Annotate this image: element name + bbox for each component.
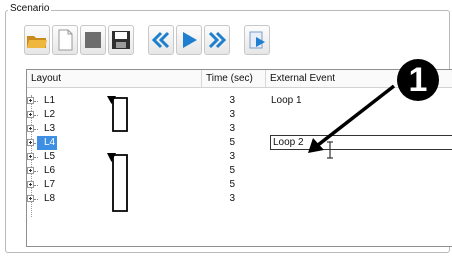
row-layout-name: L6 <box>44 165 56 176</box>
expand-plus-icon[interactable] <box>27 111 34 118</box>
expand-plus-icon[interactable] <box>27 195 34 202</box>
rewind-icon <box>151 31 171 49</box>
stop-icon <box>84 31 102 49</box>
row-layout-name: L5 <box>44 151 56 162</box>
export-button[interactable] <box>244 25 270 55</box>
fast-forward-icon <box>207 31 227 49</box>
scenario-group-title: Scenario <box>8 3 52 14</box>
external-event-edit-field[interactable]: Loop 2 <box>270 135 452 150</box>
row-time: 5 <box>229 165 235 176</box>
row-layout-name: L3 <box>44 123 56 134</box>
list-header: Layout Time (sec) External Event <box>27 70 452 88</box>
expand-plus-icon[interactable] <box>27 181 34 188</box>
row-layout-name: L7 <box>44 179 56 190</box>
fast-forward-button[interactable] <box>204 25 230 55</box>
list-row[interactable]: L4 5 Loop 2 <box>27 135 452 150</box>
list-row[interactable]: L7 5 <box>27 178 452 192</box>
row-time: 3 <box>229 193 235 204</box>
expand-plus-icon[interactable] <box>27 167 34 174</box>
row-time: 3 <box>229 109 235 120</box>
row-time: 5 <box>229 179 235 190</box>
callout-number: 1 <box>408 61 428 99</box>
list-row[interactable]: L8 3 <box>27 192 452 206</box>
export-icon <box>247 29 267 51</box>
open-button[interactable] <box>24 25 50 55</box>
row-time: 3 <box>229 95 235 106</box>
play-icon <box>179 30 199 50</box>
save-icon <box>111 30 131 50</box>
row-time: 3 <box>229 123 235 134</box>
column-header-layout[interactable]: Layout <box>27 70 202 87</box>
column-header-time[interactable]: Time (sec) <box>202 70 266 87</box>
list-row[interactable]: L1 3 Loop 1 <box>27 94 452 108</box>
open-folder-icon <box>26 30 48 50</box>
list-row[interactable]: L2 3 <box>27 108 452 122</box>
new-file-icon <box>56 29 74 51</box>
row-layout-name: L4 <box>37 136 58 150</box>
list-row[interactable]: L3 3 <box>27 122 452 136</box>
row-external-event: Loop 1 <box>271 95 302 106</box>
row-layout-name: L2 <box>44 109 56 120</box>
expand-plus-icon[interactable] <box>27 125 34 132</box>
list-row[interactable]: L5 3 <box>27 150 452 164</box>
stop-button[interactable] <box>80 25 106 55</box>
rewind-button[interactable] <box>148 25 174 55</box>
row-layout-name: L1 <box>44 95 56 106</box>
expand-plus-icon[interactable] <box>27 97 34 104</box>
play-button[interactable] <box>176 25 202 55</box>
row-time: 3 <box>229 151 235 162</box>
list-row[interactable]: L6 5 <box>27 164 452 178</box>
expand-plus-icon[interactable] <box>27 153 34 160</box>
expand-plus-icon[interactable] <box>27 139 34 146</box>
new-button[interactable] <box>52 25 78 55</box>
row-time: 5 <box>229 137 235 148</box>
row-layout-name: L8 <box>44 193 56 204</box>
layout-list[interactable]: Layout Time (sec) External Event L1 3 Loop… <box>26 69 452 247</box>
save-button[interactable] <box>108 25 134 55</box>
